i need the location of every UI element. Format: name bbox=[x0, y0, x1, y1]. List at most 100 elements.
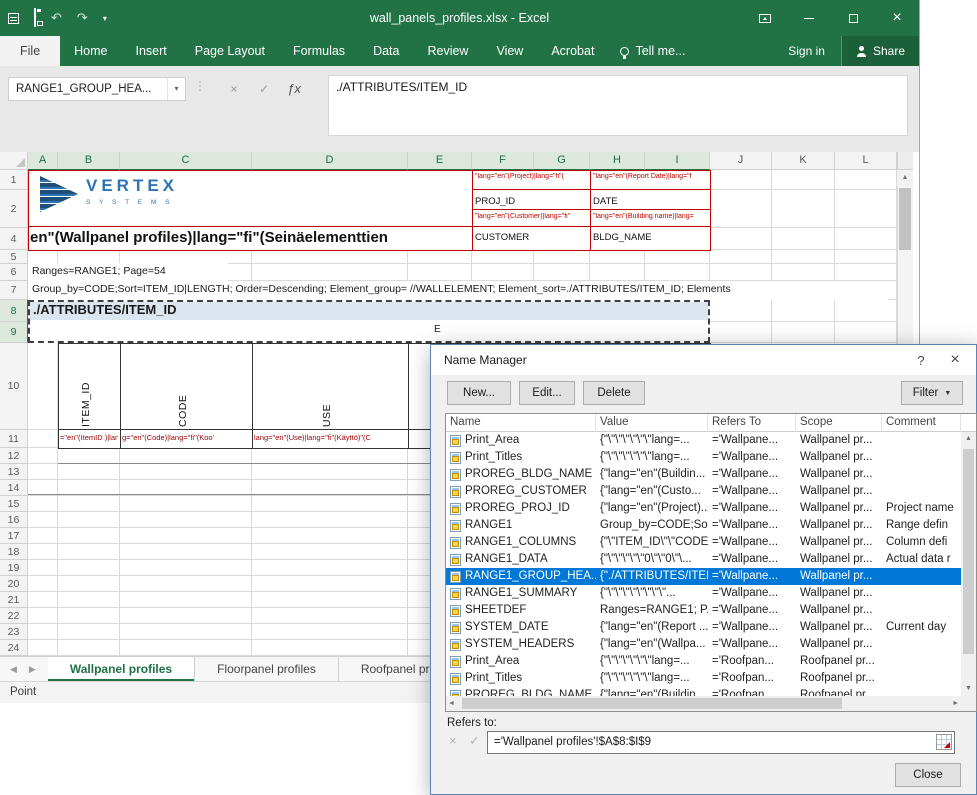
sheet-nav-right-icon[interactable]: ▶ bbox=[29, 664, 36, 675]
formula-bar-splitter[interactable]: ⋮ bbox=[194, 79, 206, 93]
minimize-button[interactable] bbox=[787, 0, 831, 36]
row-header-12[interactable]: 12 bbox=[0, 448, 28, 464]
share-button[interactable]: Share bbox=[841, 36, 919, 66]
row-header-5[interactable]: 5 bbox=[0, 250, 28, 264]
vertical-scrollbar-thumb[interactable] bbox=[899, 188, 911, 250]
list-scroll-left-icon[interactable]: ◄ bbox=[448, 700, 455, 707]
ribbon-tab-review[interactable]: Review bbox=[413, 36, 482, 66]
name-row[interactable]: Print_Area{"\"\"\"\"\"\"lang=...='Roofpa… bbox=[446, 653, 961, 670]
row-header-17[interactable]: 17 bbox=[0, 528, 28, 544]
close-button[interactable]: × bbox=[875, 0, 919, 36]
list-vscroll-thumb[interactable] bbox=[963, 449, 974, 654]
row-header-10[interactable]: 10 bbox=[0, 343, 28, 430]
names-list[interactable]: NameValueRefers ToScopeComment Print_Are… bbox=[445, 413, 977, 712]
row-header-24[interactable]: 24 bbox=[0, 640, 28, 656]
name-row[interactable]: SYSTEM_HEADERS{"lang="en"(Wallpa...='Wal… bbox=[446, 636, 961, 653]
ribbon-tab-insert[interactable]: Insert bbox=[122, 36, 181, 66]
list-column-header-refers-to[interactable]: Refers To bbox=[708, 414, 796, 432]
list-scroll-right-icon[interactable]: ► bbox=[952, 700, 959, 707]
name-row[interactable]: RANGE1_COLUMNS{"\"ITEM_ID\"\"CODE...='Wa… bbox=[446, 534, 961, 551]
scroll-up-icon[interactable]: ▲ bbox=[897, 170, 913, 186]
row-header-19[interactable]: 19 bbox=[0, 560, 28, 576]
row-header-8[interactable]: 8 bbox=[0, 300, 28, 322]
dialog-close-icon[interactable]: × bbox=[938, 345, 972, 375]
name-row[interactable]: Print_Titles{"\"\"\"\"\"\"lang=...='Wall… bbox=[446, 449, 961, 466]
column-header-c[interactable]: C bbox=[120, 152, 252, 170]
column-header-k[interactable]: K bbox=[772, 152, 835, 170]
list-column-header-value[interactable]: Value bbox=[596, 414, 708, 432]
column-header-d[interactable]: D bbox=[252, 152, 408, 170]
column-header-i[interactable]: I bbox=[645, 152, 710, 170]
column-header-f[interactable]: F bbox=[472, 152, 534, 170]
column-header-h[interactable]: H bbox=[590, 152, 645, 170]
undo-icon[interactable]: ↶ bbox=[51, 0, 62, 36]
name-row[interactable]: RANGE1_DATA{"\"\"\"\"\"0\"\"0\"\...='Wal… bbox=[446, 551, 961, 568]
formula-bar-input[interactable]: ./ATTRIBUTES/ITEM_ID bbox=[328, 75, 908, 136]
ribbon-tab-acrobat[interactable]: Acrobat bbox=[537, 36, 608, 66]
name-row[interactable]: Print_Titles{"\"\"\"\"\"\"lang=...='Roof… bbox=[446, 670, 961, 687]
column-header-l[interactable]: L bbox=[835, 152, 897, 170]
column-header-e[interactable]: E bbox=[408, 152, 472, 170]
row-header-21[interactable]: 21 bbox=[0, 592, 28, 608]
row-header-7[interactable]: 7 bbox=[0, 281, 28, 300]
row-header-11[interactable]: 11 bbox=[0, 430, 28, 448]
list-column-header-comment[interactable]: Comment bbox=[882, 414, 961, 432]
edit-button[interactable]: Edit... bbox=[519, 381, 575, 405]
row-header-20[interactable]: 20 bbox=[0, 576, 28, 592]
tell-me-tab[interactable]: Tell me... bbox=[608, 36, 697, 66]
name-box[interactable]: RANGE1_GROUP_HEA... ▾ bbox=[8, 77, 186, 101]
name-row[interactable]: PROREG_BLDG_NAME{"lang="en"(Buildin...='… bbox=[446, 687, 961, 696]
sheet-tab-floorpanel-profiles[interactable]: Floorpanel profiles bbox=[195, 657, 339, 681]
row-header-18[interactable]: 18 bbox=[0, 544, 28, 560]
range-selector-icon[interactable] bbox=[936, 734, 952, 750]
ribbon-tab-view[interactable]: View bbox=[482, 36, 537, 66]
list-column-header-name[interactable]: Name bbox=[446, 414, 596, 432]
column-header-b[interactable]: B bbox=[58, 152, 120, 170]
sheet-tab-wallpanel-profiles[interactable]: Wallpanel profiles bbox=[48, 657, 195, 681]
row-header-23[interactable]: 23 bbox=[0, 624, 28, 640]
column-header-g[interactable]: G bbox=[534, 152, 590, 170]
save-icon[interactable] bbox=[34, 9, 36, 27]
select-all-corner[interactable] bbox=[0, 152, 28, 170]
dialog-title-bar[interactable]: Name Manager ? × bbox=[431, 345, 976, 375]
row-header-15[interactable]: 15 bbox=[0, 496, 28, 512]
help-icon[interactable]: ? bbox=[904, 345, 938, 375]
maximize-button[interactable] bbox=[831, 0, 875, 36]
name-row[interactable]: SYSTEM_DATE{"lang="en"(Report ...='Wallp… bbox=[446, 619, 961, 636]
name-row[interactable]: PROREG_BLDG_NAME{"lang="en"(Buildin...='… bbox=[446, 466, 961, 483]
ribbon-tab-file[interactable]: File bbox=[0, 36, 60, 66]
sign-in-link[interactable]: Sign in bbox=[772, 36, 841, 66]
list-scroll-up-icon[interactable]: ▲ bbox=[961, 435, 976, 442]
delete-button[interactable]: Delete bbox=[583, 381, 645, 405]
refers-to-field[interactable]: ='Wallpanel profiles'!$A$8:$I$9 bbox=[487, 731, 955, 754]
row-header-9[interactable]: 9 bbox=[0, 322, 28, 343]
enter-icon[interactable]: ✓ bbox=[252, 77, 276, 101]
row-header-14[interactable]: 14 bbox=[0, 480, 28, 496]
refers-enter-icon[interactable]: ✓ bbox=[469, 733, 480, 749]
row-header-1[interactable]: 1 bbox=[0, 170, 28, 190]
ribbon-tab-data[interactable]: Data bbox=[359, 36, 413, 66]
row-header-16[interactable]: 16 bbox=[0, 512, 28, 528]
row-header-2[interactable]: 2 bbox=[0, 190, 28, 228]
list-vertical-scrollbar[interactable]: ▲ ▼ bbox=[961, 432, 976, 696]
redo-icon[interactable]: ↷ bbox=[77, 0, 88, 36]
list-hscroll-thumb[interactable] bbox=[462, 698, 842, 709]
row-header-6[interactable]: 6 bbox=[0, 264, 28, 281]
sheet-nav-left-icon[interactable]: ◀ bbox=[10, 664, 17, 675]
dialog-close-button[interactable]: Close bbox=[895, 763, 961, 787]
ribbon-tab-home[interactable]: Home bbox=[60, 36, 121, 66]
insert-function-icon[interactable]: ƒx bbox=[282, 77, 306, 101]
new-button[interactable]: New... bbox=[447, 381, 511, 405]
customize-qat-icon[interactable]: ▾ bbox=[103, 14, 107, 23]
name-row[interactable]: RANGE1_GROUP_HEA...{"./ATTRIBUTES/ITEM..… bbox=[446, 568, 961, 585]
name-row[interactable]: RANGE1Group_by=CODE;So...='Wallpane...Wa… bbox=[446, 517, 961, 534]
list-horizontal-scrollbar[interactable]: ◄ ► bbox=[446, 696, 961, 711]
refers-cancel-icon[interactable]: × bbox=[449, 733, 457, 748]
row-header-4[interactable]: 4 bbox=[0, 228, 28, 250]
column-header-j[interactable]: J bbox=[710, 152, 772, 170]
name-box-dropdown-icon[interactable]: ▾ bbox=[167, 78, 185, 100]
name-row[interactable]: PROREG_CUSTOMER{"lang="en"(Custo...='Wal… bbox=[446, 483, 961, 500]
list-column-header-scope[interactable]: Scope bbox=[796, 414, 882, 432]
filter-button[interactable]: Filter ▼ bbox=[901, 381, 963, 405]
ribbon-tab-formulas[interactable]: Formulas bbox=[279, 36, 359, 66]
